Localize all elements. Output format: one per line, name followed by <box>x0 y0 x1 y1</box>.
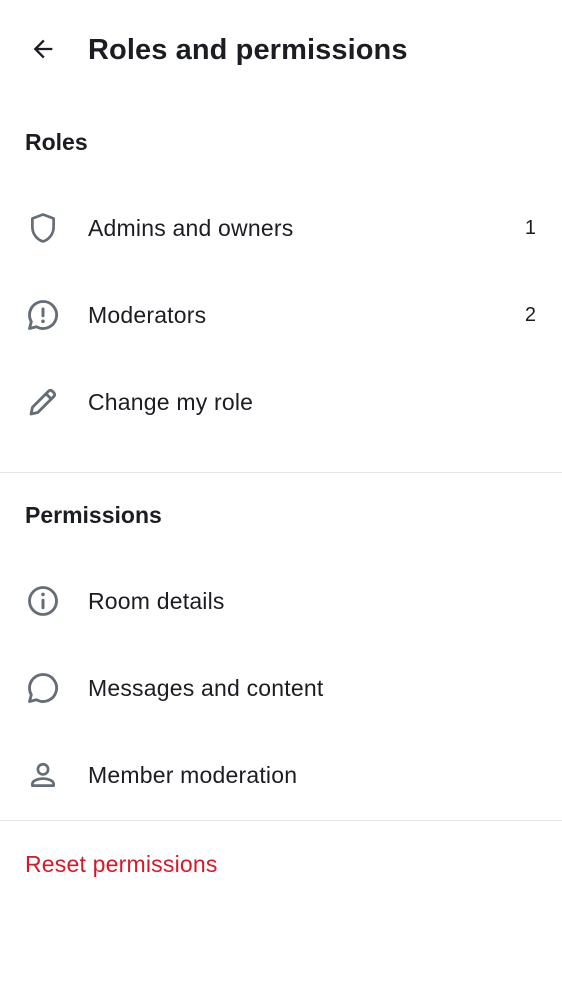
member-moderation-label: Member moderation <box>88 762 298 788</box>
pencil-icon <box>24 383 62 421</box>
moderators-row[interactable]: Moderators 2 <box>0 272 562 358</box>
room-details-label: Room details <box>88 588 225 614</box>
section-divider <box>0 472 562 473</box>
chat-bubble-icon <box>24 669 62 707</box>
room-details-row[interactable]: Room details <box>0 558 562 644</box>
admins-and-owners-count: 1 <box>524 217 536 239</box>
section-divider <box>0 820 562 821</box>
moderators-count: 2 <box>524 304 536 326</box>
info-icon <box>24 582 62 620</box>
top-app-bar: Roles and permissions <box>0 0 562 100</box>
member-moderation-row[interactable]: Member moderation <box>0 732 562 818</box>
reset-permissions-button[interactable]: Reset permissions <box>25 848 218 880</box>
arrow-left-icon <box>29 35 57 63</box>
change-my-role-label: Change my role <box>88 389 254 415</box>
shield-icon <box>24 209 62 247</box>
moderators-label: Moderators <box>88 302 207 328</box>
permissions-section-header: Permissions <box>25 502 162 528</box>
user-icon <box>24 756 62 794</box>
messages-and-content-label: Messages and content <box>88 675 324 701</box>
roles-section-header: Roles <box>25 129 88 155</box>
admins-and-owners-row[interactable]: Admins and owners 1 <box>0 185 562 271</box>
messages-and-content-row[interactable]: Messages and content <box>0 645 562 731</box>
back-button[interactable] <box>20 26 66 72</box>
page-title: Roles and permissions <box>88 34 408 66</box>
chat-alert-icon <box>24 296 62 334</box>
change-my-role-row[interactable]: Change my role <box>0 359 562 445</box>
roles-permissions-screen: Roles and permissions Roles Admins and o… <box>0 0 562 1000</box>
admins-and-owners-label: Admins and owners <box>88 215 294 241</box>
